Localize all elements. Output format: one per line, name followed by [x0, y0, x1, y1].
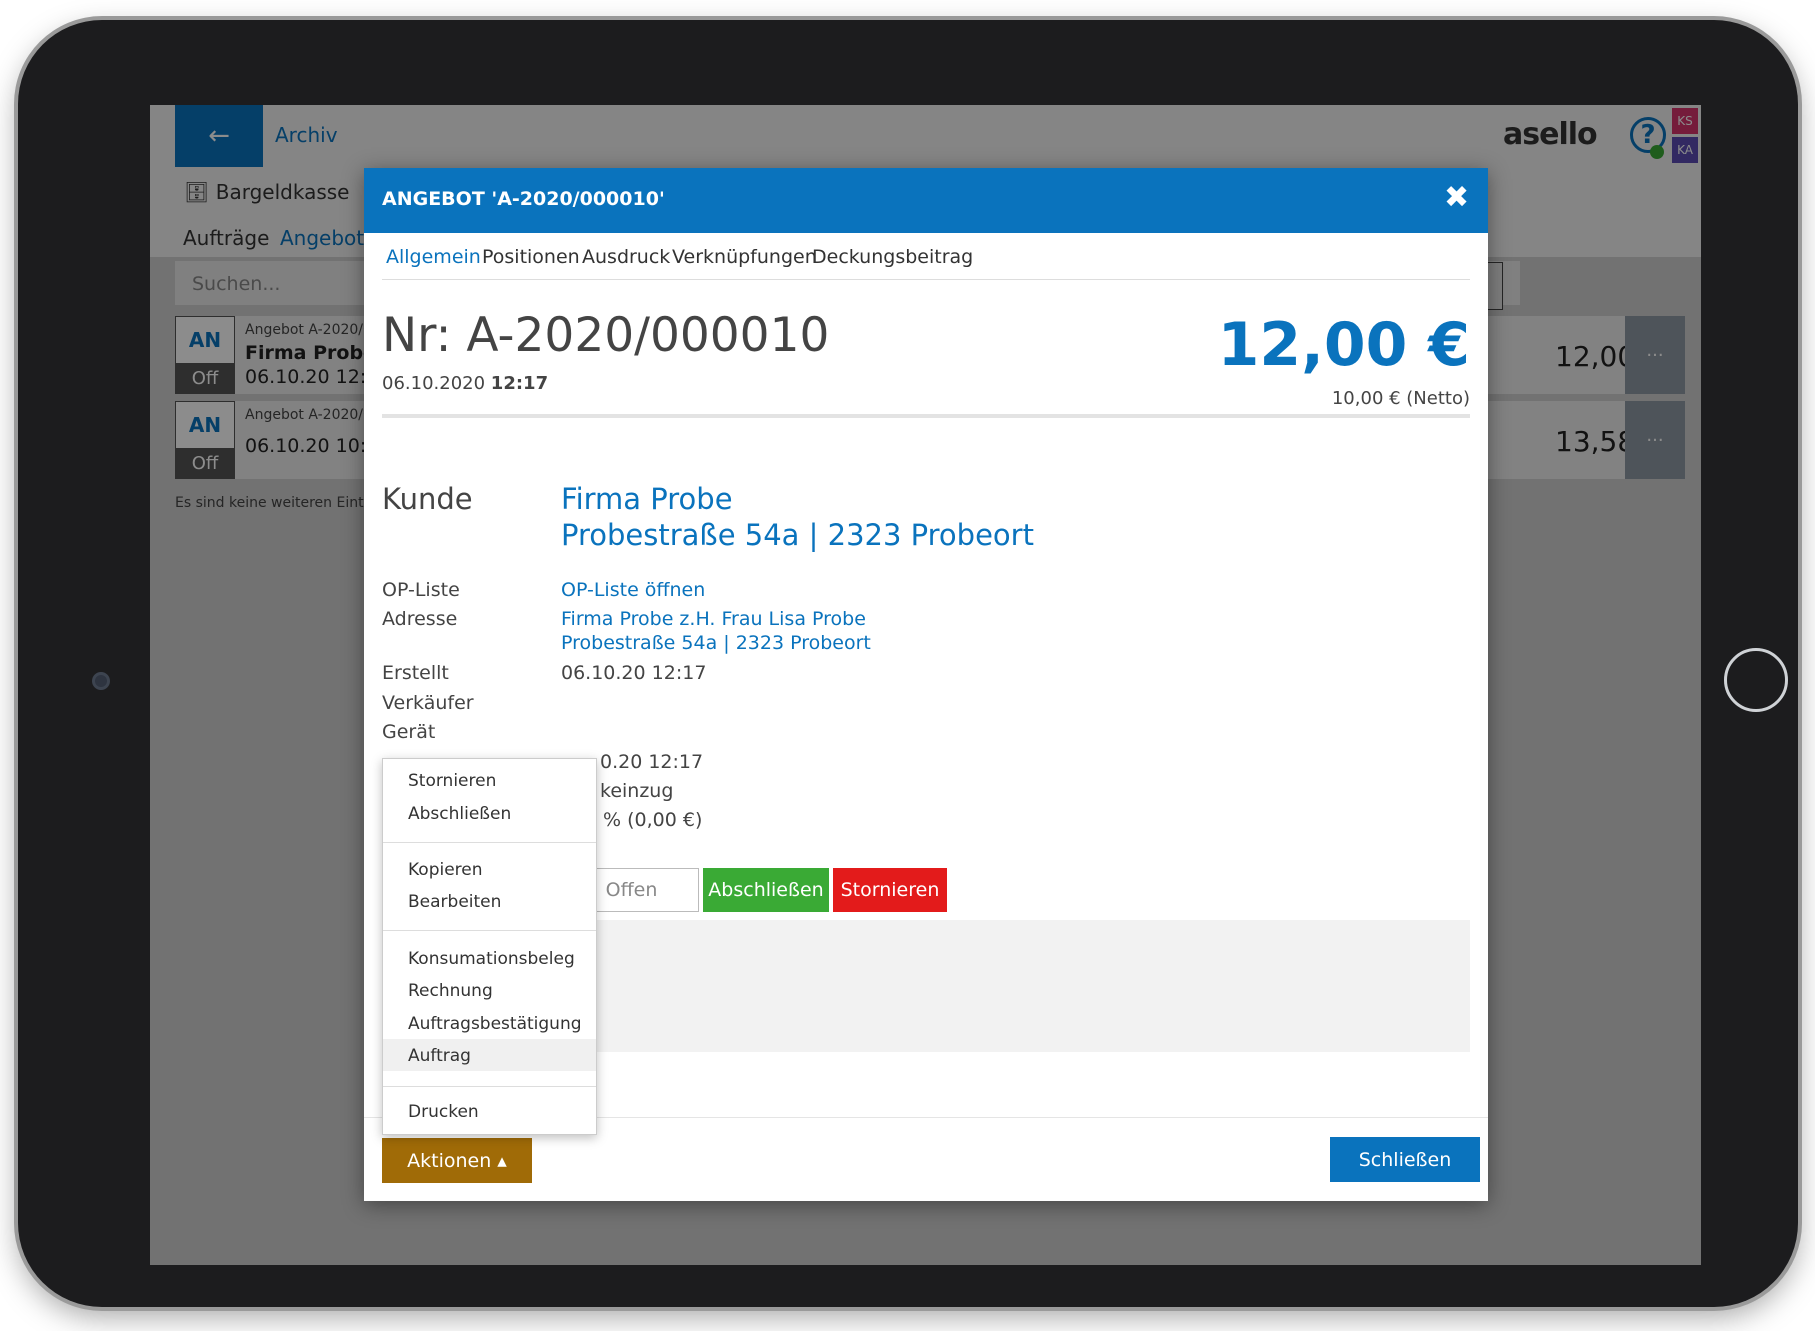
partial-payment: keinzug — [600, 780, 674, 802]
screen: ← Archiv asello ? KS KA 🗄 Bargeldkasse A… — [150, 105, 1701, 1265]
menu-item-kopieren[interactable]: Kopieren — [408, 860, 483, 880]
tab-deckungsbeitrag[interactable]: Deckungsbeitrag — [812, 246, 973, 268]
address-line-2[interactable]: Probestraße 54a | 2323 Probeort — [561, 632, 871, 654]
aktionen-button[interactable]: Aktionen ▴ — [382, 1138, 532, 1183]
tab-verknuepfungen[interactable]: Verknüpfungen — [672, 246, 817, 268]
close-icon[interactable]: ✖ — [1444, 180, 1469, 215]
created-label: Erstellt — [382, 662, 449, 684]
menu-item-auftragsbestaetigung[interactable]: Auftragsbestätigung — [408, 1014, 582, 1034]
camera-icon — [92, 672, 110, 690]
schliessen-button[interactable]: Schließen — [1330, 1137, 1480, 1182]
divider — [382, 414, 1470, 418]
menu-item-bearbeiten[interactable]: Bearbeiten — [408, 892, 501, 912]
offer-date: 06.10.2020 12:17 — [382, 373, 549, 394]
tab-positionen[interactable]: Positionen — [482, 246, 580, 268]
customer-name-link[interactable]: Firma Probe — [561, 482, 733, 516]
offer-netto: 10,00 € (Netto) — [1331, 388, 1470, 409]
home-button[interactable] — [1724, 648, 1788, 712]
address-label: Adresse — [382, 608, 458, 630]
offer-dialog: ANGEBOT 'A-2020/000010' ✖ Allgemein Posi… — [364, 168, 1488, 1201]
menu-item-auftrag[interactable]: Auftrag — [408, 1046, 471, 1066]
seller-label: Verkäufer — [382, 692, 474, 714]
tab-allgemein[interactable]: Allgemein — [386, 246, 481, 268]
customer-label: Kunde — [382, 482, 473, 516]
device-label: Gerät — [382, 721, 436, 743]
abschliessen-button[interactable]: Abschließen — [703, 868, 829, 912]
menu-divider — [383, 1086, 596, 1087]
op-list-link[interactable]: OP-Liste öffnen — [561, 579, 705, 601]
menu-item-rechnung[interactable]: Rechnung — [408, 981, 493, 1001]
tablet-frame: ← Archiv asello ? KS KA 🗄 Bargeldkasse A… — [18, 20, 1798, 1307]
menu-item-konsumationsbeleg[interactable]: Konsumationsbeleg — [408, 949, 575, 969]
actions-dropdown-menu: Stornieren Abschließen Kopieren Bearbeit… — [382, 758, 597, 1135]
offer-number: Nr: A-2020/000010 — [382, 308, 830, 363]
tab-ausdruck[interactable]: Ausdruck — [582, 246, 670, 268]
dialog-header: ANGEBOT 'A-2020/000010' ✖ — [364, 168, 1488, 233]
menu-item-stornieren[interactable]: Stornieren — [408, 771, 496, 791]
address-line-1[interactable]: Firma Probe z.H. Frau Lisa Probe — [561, 608, 866, 630]
partial-date: 0.20 12:17 — [600, 751, 704, 773]
dialog-tabs: Allgemein Positionen Ausdruck Verknüpfun… — [382, 240, 1470, 280]
offer-total: 12,00 € — [1217, 310, 1470, 380]
partial-discount: % (0,00 €) — [603, 809, 703, 831]
dialog-title: ANGEBOT 'A-2020/000010' — [382, 188, 665, 210]
menu-divider — [383, 842, 596, 843]
created-value: 06.10.20 12:17 — [561, 662, 707, 684]
stornieren-button[interactable]: Stornieren — [833, 868, 947, 912]
menu-item-drucken[interactable]: Drucken — [408, 1102, 479, 1122]
menu-divider — [383, 930, 596, 931]
op-label: OP-Liste — [382, 579, 460, 601]
customer-address-link[interactable]: Probestraße 54a | 2323 Probeort — [561, 518, 1034, 552]
menu-item-abschliessen[interactable]: Abschließen — [408, 804, 511, 824]
